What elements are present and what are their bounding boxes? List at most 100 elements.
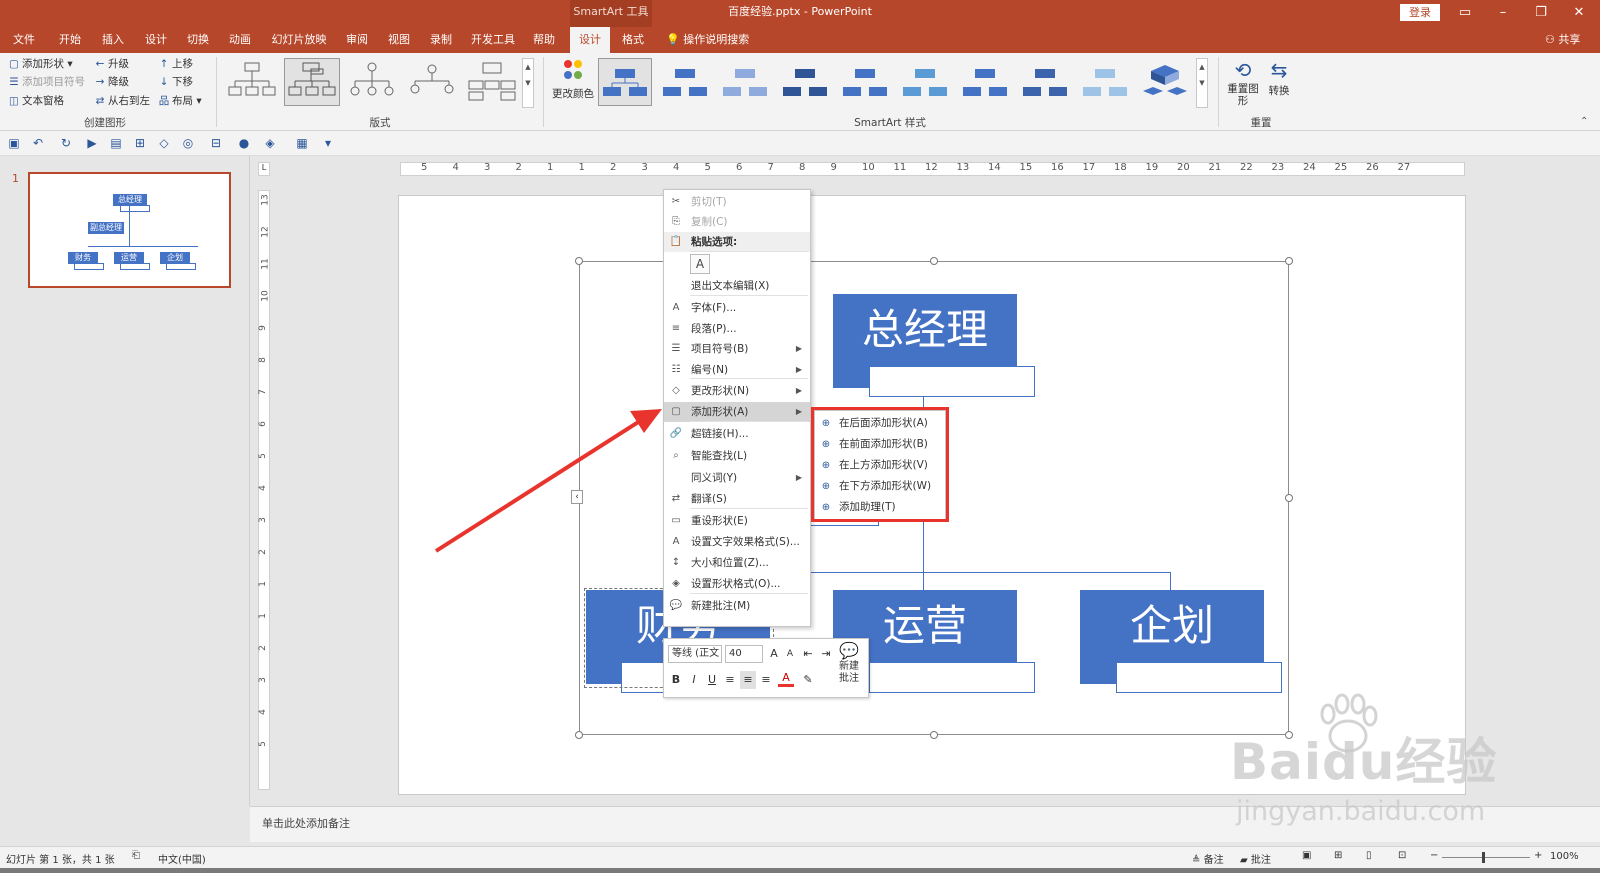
slideshow-view-icon[interactable]: ⊡ (1398, 850, 1406, 861)
smartart-style-10[interactable] (1138, 58, 1192, 106)
tab-design[interactable]: 设计 (139, 27, 173, 53)
slide-thumbnail[interactable]: 总经理 副总经理 财务 运营 企划 (28, 172, 231, 288)
tab-format[interactable]: 格式 (615, 27, 651, 53)
grow-font-icon[interactable]: A (766, 645, 782, 663)
notes-toggle[interactable]: ≜ 备注 (1192, 851, 1224, 866)
tab-record[interactable]: 录制 (424, 27, 458, 53)
text-pane-button[interactable]: ◫ 文本窗格 (8, 93, 64, 110)
node-text-box[interactable] (1116, 662, 1282, 693)
move-down-button[interactable]: ↓ 下移 (158, 74, 193, 91)
tell-me-search[interactable]: 💡 操作说明搜索 (666, 27, 749, 53)
align-right-icon[interactable]: ≡ (758, 671, 774, 689)
move-up-button[interactable]: ↑ 上移 (158, 56, 193, 73)
node-text-box[interactable] (869, 662, 1035, 693)
context-menu-item[interactable]: ☷ 编号(N) ▶ (664, 360, 810, 380)
sorter-view-icon[interactable]: ⊞ (1334, 850, 1342, 861)
context-menu-item[interactable]: ◇ 更改形状(N) ▶ (664, 381, 810, 401)
slideshow-start-icon[interactable]: ▶ (84, 135, 100, 151)
group-icon[interactable]: ▦ (294, 135, 310, 151)
undo-icon[interactable]: ↶ (30, 135, 46, 151)
convert-button[interactable]: ⇆ 转换 (1262, 57, 1296, 100)
decrease-indent-icon[interactable]: ⇤ (800, 645, 816, 663)
font-color-icon[interactable]: A (778, 671, 794, 687)
context-menu-item[interactable]: ▭ 重设形状(E) (664, 511, 810, 531)
rtl-button[interactable]: ⇄ 从右到左 (94, 93, 150, 110)
resize-handle[interactable] (930, 731, 938, 739)
tab-slideshow[interactable]: 幻灯片放映 (266, 27, 332, 53)
font-name-field[interactable]: 等线 (正文 (668, 645, 722, 663)
tab-home[interactable]: 开始 (52, 27, 88, 53)
spellcheck-icon[interactable]: ⎗ (132, 850, 140, 861)
tab-insert[interactable]: 插入 (96, 27, 130, 53)
close-icon[interactable]: ✕ (1564, 2, 1594, 24)
align-center-icon[interactable]: ≡ (740, 671, 756, 689)
smartart-style-3[interactable] (718, 58, 772, 106)
language-indicator[interactable]: 中文(中国) (158, 851, 206, 866)
styles-gallery-scroll[interactable]: ▲ ▼ (1196, 58, 1208, 108)
underline-icon[interactable]: U (704, 671, 720, 689)
context-menu-item[interactable]: A 设置文字效果格式(S)... (664, 532, 810, 552)
paste-keep-text-icon[interactable]: A (690, 254, 710, 274)
font-size-field[interactable]: 40 (725, 645, 763, 663)
context-menu-item[interactable]: ↕ 大小和位置(Z)... (664, 553, 810, 573)
add-bullet-button[interactable]: ☰ 添加项目符号 (8, 74, 85, 91)
color-dot-icon[interactable]: ● (236, 135, 252, 151)
ribbon-display-icon[interactable]: ▭ (1450, 2, 1480, 24)
format-painter-icon[interactable]: ✎ (800, 671, 816, 689)
layouts-gallery-scroll[interactable]: ▲ ▼ (522, 58, 534, 108)
redo-icon[interactable]: ↻ (58, 135, 74, 151)
tab-animations[interactable]: 动画 (223, 27, 257, 53)
context-menu-item[interactable]: ⌕ 智能查找(L) (664, 446, 810, 466)
node-text-box[interactable] (869, 366, 1035, 397)
resize-handle[interactable] (1285, 257, 1293, 265)
smartart-style-5[interactable] (838, 58, 892, 106)
shrink-font-icon[interactable]: A (782, 645, 798, 663)
tab-transitions[interactable]: 切换 (181, 27, 215, 53)
context-menu-item[interactable]: 退出文本编辑(X) (664, 276, 810, 296)
resize-handle[interactable] (575, 731, 583, 739)
layout-option-2[interactable] (284, 58, 340, 106)
zoom-slider-thumb[interactable] (1482, 852, 1485, 863)
context-menu-item[interactable]: ⇄ 翻译(S) (664, 489, 810, 509)
minimize-icon[interactable]: – (1488, 2, 1518, 24)
tab-stop-selector[interactable]: L (258, 162, 270, 176)
collapse-ribbon-icon[interactable]: ⌃ (1580, 116, 1588, 127)
context-menu-item[interactable]: ✂ 剪切(T) (664, 192, 810, 212)
layout-option-1[interactable] (224, 58, 280, 106)
tab-view[interactable]: 视图 (382, 27, 416, 53)
horizontal-ruler[interactable]: 5 4 3 2 1 1 2 3 4 5 6 7 8 9 10 11 12 13 14 15 16 17 18 19 20 21 22… (400, 162, 1465, 176)
tab-review[interactable]: 审阅 (340, 27, 374, 53)
vertical-ruler[interactable]: 13 12 11 10 9 8 7 6 5 4 3 2 1 1 2 3 4 5 (258, 190, 271, 790)
context-menu-item[interactable]: 🔗 超链接(H)... (664, 424, 810, 444)
layout-option-5[interactable] (464, 58, 520, 106)
smartart-style-4[interactable] (778, 58, 832, 106)
zoom-slider[interactable] (1442, 857, 1530, 858)
shape-fill-icon[interactable]: ◈ (262, 135, 278, 151)
tab-file[interactable]: 文件 (8, 27, 40, 53)
reading-view-icon[interactable]: ▯ (1366, 850, 1372, 861)
context-menu-item[interactable]: ▢ 添加形状(A) ▶ (664, 402, 810, 422)
promote-button[interactable]: ← 升级 (94, 56, 129, 73)
context-menu-item[interactable]: ◈ 设置形状格式(O)... (664, 574, 810, 594)
tab-help[interactable]: 帮助 (527, 27, 561, 53)
zoom-in-icon[interactable]: + (1534, 850, 1542, 861)
shape-icon[interactable]: ◇ (156, 135, 172, 151)
layout-option-4[interactable] (404, 58, 460, 106)
smartart-style-1[interactable] (598, 58, 652, 106)
italic-icon[interactable]: I (686, 671, 702, 689)
align-icon[interactable]: ⊟ (208, 135, 224, 151)
add-shape-button[interactable]: ▢ 添加形状 ▾ (8, 56, 73, 73)
context-menu-item[interactable]: A 字体(F)... (664, 298, 810, 318)
resize-handle[interactable] (1285, 494, 1293, 502)
customize-qat-icon[interactable]: ▾ (320, 135, 336, 151)
resize-handle[interactable] (930, 257, 938, 265)
save-icon[interactable]: ▣ (6, 135, 22, 151)
comments-toggle[interactable]: ▰ 批注 (1240, 851, 1271, 866)
smartart-style-8[interactable] (1018, 58, 1072, 106)
reset-graphic-button[interactable]: ⟲ 重置图形 (1226, 57, 1260, 107)
zoom-level[interactable]: 100% (1550, 851, 1579, 862)
new-slide-icon[interactable]: ⊞ (132, 135, 148, 151)
context-menu-item[interactable]: ☰ 项目符号(B) ▶ (664, 339, 810, 359)
notes-pane[interactable]: 单击此处添加备注 (250, 806, 1600, 842)
align-left-icon[interactable]: ≡ (722, 671, 738, 689)
